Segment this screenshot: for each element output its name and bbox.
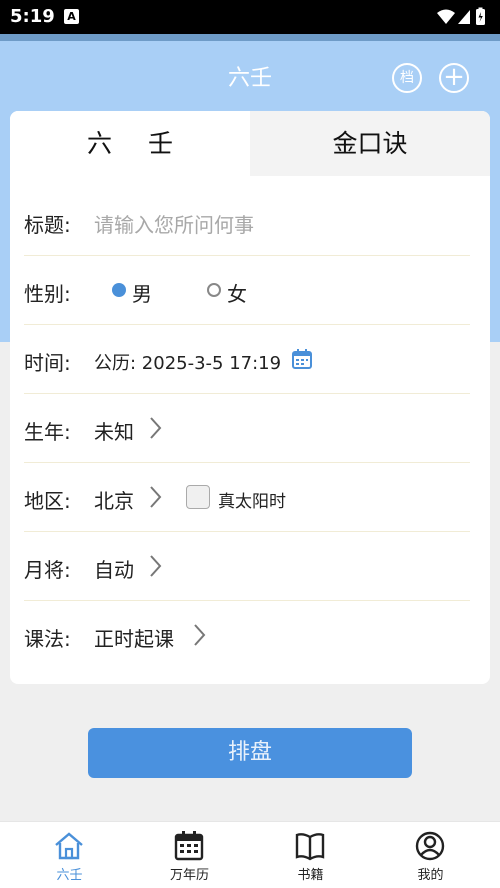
home-icon xyxy=(55,832,83,860)
title-row[interactable]: 标题: 请输入您所问何事 xyxy=(24,187,470,256)
arrange-chart-button[interactable]: 排盘 xyxy=(88,728,412,778)
book-icon xyxy=(295,833,325,861)
calendar-icon xyxy=(174,831,204,861)
region-row[interactable]: 地区: 北京 真太阳时 xyxy=(24,463,470,532)
method-row[interactable]: 课法: 正时起课 xyxy=(24,601,470,670)
month-general-row[interactable]: 月将: 自动 xyxy=(24,532,470,601)
region-label: 地区: xyxy=(24,489,71,513)
nav-label: 六壬 xyxy=(56,868,83,883)
time-row[interactable]: 时间: 公历: 2025-3-5 17:19 xyxy=(24,325,470,394)
gender-row: 性别: 男 女 xyxy=(24,256,470,325)
nav-label: 书籍 xyxy=(297,868,324,883)
status-icons xyxy=(437,7,485,25)
profile-icon xyxy=(415,831,445,861)
bottom-nav: 六壬 万年历 书籍 我的 xyxy=(0,821,500,888)
month-general-value[interactable]: 自动 xyxy=(94,554,134,583)
month-general-label: 月将: xyxy=(24,558,71,582)
status-bar: 5:19 A xyxy=(0,0,500,34)
form-card: 六 壬 金口诀 标题: 请输入您所问何事 性别: 男 女 时间: 公历: 202… xyxy=(10,111,490,684)
status-time: 5:19 xyxy=(10,6,55,27)
nav-item-profile[interactable]: 我的 xyxy=(368,822,493,888)
notification-badge: A xyxy=(64,9,79,24)
nav-item-calendar[interactable]: 万年历 xyxy=(127,822,252,888)
radio-female-label[interactable]: 女 xyxy=(227,278,247,307)
birth-year-row[interactable]: 生年: 未知 xyxy=(24,394,470,463)
chevron-right-icon xyxy=(150,486,162,508)
nav-label: 万年历 xyxy=(169,868,209,883)
time-value[interactable]: 公历: 2025-3-5 17:19 xyxy=(94,349,281,375)
birth-year-value[interactable]: 未知 xyxy=(94,416,134,445)
tab-jinkoujue[interactable]: 金口诀 xyxy=(250,111,490,176)
tab-liuren[interactable]: 六 壬 xyxy=(10,111,250,176)
archive-button[interactable]: 档 xyxy=(392,63,422,93)
add-button[interactable]: + xyxy=(439,63,469,93)
region-value[interactable]: 北京 xyxy=(94,485,134,514)
nav-label: 我的 xyxy=(417,868,444,883)
time-label: 时间: xyxy=(24,351,71,375)
radio-male-label[interactable]: 男 xyxy=(132,278,152,307)
chevron-right-icon xyxy=(194,624,206,646)
wifi-icon xyxy=(437,9,455,24)
birth-year-label: 生年: xyxy=(24,420,71,444)
radio-male[interactable] xyxy=(112,283,126,297)
signal-icon xyxy=(458,10,470,24)
radio-female[interactable] xyxy=(207,283,221,297)
calendar-icon[interactable] xyxy=(292,349,312,369)
nav-item-books[interactable]: 书籍 xyxy=(248,822,373,888)
chevron-right-icon xyxy=(150,555,162,577)
gender-label: 性别: xyxy=(24,282,71,306)
title-input[interactable]: 请输入您所问何事 xyxy=(94,209,254,238)
page-title: 六壬 xyxy=(227,66,272,91)
nav-item-liuren[interactable]: 六壬 xyxy=(7,822,132,888)
method-value[interactable]: 正时起课 xyxy=(94,623,174,652)
header-strip xyxy=(0,34,500,41)
method-label: 课法: xyxy=(24,627,71,651)
title-label: 标题: xyxy=(24,213,71,237)
true-solar-time-checkbox[interactable] xyxy=(186,485,210,509)
chevron-right-icon xyxy=(150,417,162,439)
true-solar-time-label[interactable]: 真太阳时 xyxy=(218,487,286,512)
